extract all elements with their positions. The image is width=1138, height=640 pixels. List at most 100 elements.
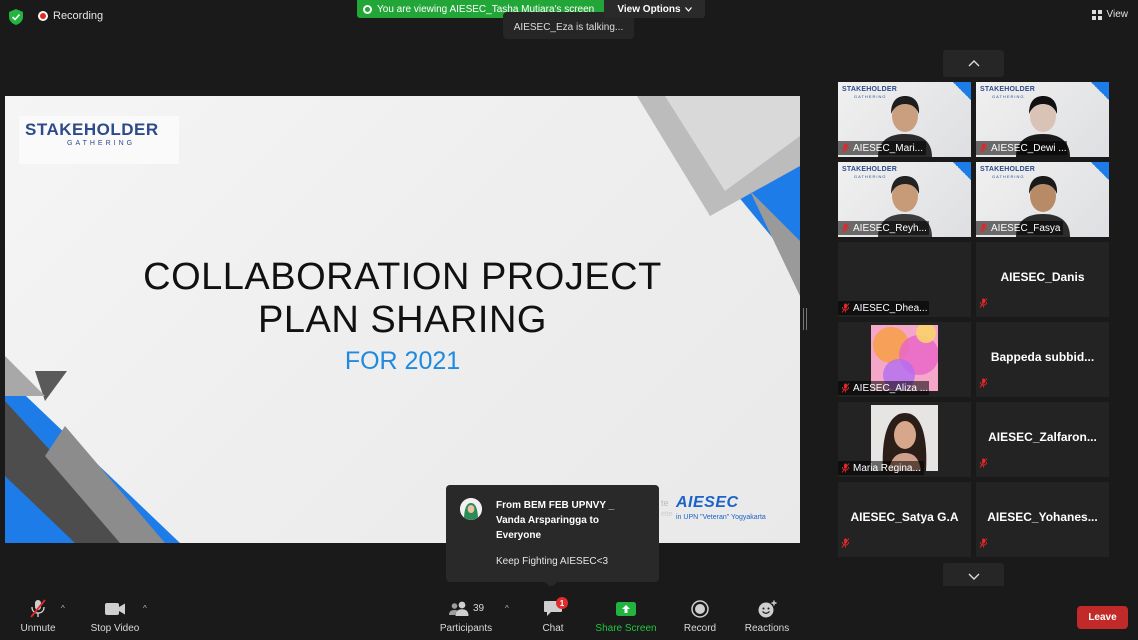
chevron-up-icon [968, 60, 979, 67]
reactions-button[interactable]: Reactions [744, 586, 790, 640]
mic-muted-icon [979, 455, 988, 473]
audio-options-caret-icon[interactable]: ^ [61, 604, 65, 613]
participant-name: AIESEC_Fasya [991, 222, 1061, 234]
slide-subtitle: FOR 2021 [344, 347, 461, 375]
mic-muted-icon [979, 295, 988, 313]
participant-tile[interactable]: AIESEC_Danis [976, 242, 1109, 317]
participant-tile[interactable]: AIESEC_Aliza ... [838, 322, 971, 397]
participant-name-tag: AIESEC_Mari... [838, 141, 927, 155]
participant-name-tag: AIESEC_Dewi ... [976, 141, 1067, 155]
share-screen-button[interactable]: Share Screen [595, 586, 657, 640]
meeting-toolbar: Unmute ^ Stop Video ^ 39 Participants ^ [0, 586, 1138, 640]
chat-label: Chat [542, 623, 564, 634]
sender-avatar [460, 498, 482, 520]
participant-name: AIESEC_Dhea... [853, 302, 928, 314]
splitter-handle[interactable] [803, 308, 807, 330]
security-shield-icon[interactable] [9, 9, 23, 25]
shared-screen-slide[interactable]: STAKEHOLDER GATHERING COLLABORATION PROJ… [5, 96, 800, 543]
avatar-hijab-icon [460, 498, 482, 520]
slide-faint-text: te [661, 498, 669, 508]
view-button[interactable]: View [1091, 9, 1129, 20]
mic-muted-icon [841, 223, 850, 233]
mic-muted-icon [30, 599, 46, 618]
participant-name-tag: AIESEC_Fasya [976, 221, 1064, 235]
participant-tile[interactable]: AIESEC_Yohanes... [976, 482, 1109, 557]
participants-icon [448, 601, 469, 616]
participant-tile[interactable]: Maria Regina... [838, 402, 971, 477]
participants-caret-icon[interactable]: ^ [505, 604, 509, 613]
participants-label: Participants [439, 623, 493, 634]
view-options-button[interactable]: View Options [604, 0, 705, 18]
leave-button[interactable]: Leave [1077, 606, 1128, 629]
participant-tile[interactable]: STAKEHOLDER GATHERING AIESEC_Reyh... [838, 162, 971, 237]
unmute-button[interactable]: Unmute [18, 586, 58, 640]
chat-message: Keep Fighting AIESEC<3 [496, 556, 609, 567]
participant-name-large: AIESEC_Satya G.A [850, 510, 959, 524]
participant-name-large: Bappeda subbid... [990, 350, 1095, 364]
participant-name-large: AIESEC_Danis [1000, 270, 1085, 284]
participants-button[interactable]: 39 Participants [438, 586, 494, 640]
mic-muted-icon [979, 375, 988, 393]
record-dot-icon [38, 11, 48, 21]
participant-tile[interactable]: AIESEC_Zalfaron... [976, 402, 1109, 477]
record-button[interactable]: Record [682, 586, 718, 640]
chat-button[interactable]: Chat [538, 586, 568, 640]
participant-name-tag: AIESEC_Aliza ... [838, 381, 929, 395]
aiesec-logo-sub: in UPN "Veteran" Yogyakarta [676, 514, 766, 521]
chat-unread-badge: 1 [556, 597, 568, 609]
view-label: View [1106, 9, 1129, 20]
video-bg-decoration [953, 82, 971, 100]
participant-tile[interactable]: Bappeda subbid... [976, 322, 1109, 397]
mic-muted-icon [979, 535, 988, 553]
mic-muted-icon [979, 143, 988, 153]
slide-title-line1: COLLABORATION PROJECT [143, 256, 662, 298]
participant-tile[interactable]: AIESEC_Satya G.A [838, 482, 971, 557]
slide-title-line2: PLAN SHARING [258, 299, 547, 341]
aiesec-logo: AIESEC [676, 494, 739, 511]
talking-label: AIESEC_Eza is talking... [513, 22, 624, 33]
participant-name-tag: AIESEC_Dhea... [838, 301, 929, 315]
participant-name-tag: Maria Regina... [838, 461, 924, 475]
mic-muted-icon [841, 383, 850, 393]
video-bg-decoration [953, 162, 971, 180]
video-bg-decoration [1091, 82, 1109, 100]
participant-tile[interactable]: STAKEHOLDER GATHERING AIESEC_Mari... [838, 82, 971, 157]
mic-muted-icon [841, 463, 850, 473]
chevron-down-icon [684, 6, 692, 12]
stop-video-button[interactable]: Stop Video [89, 586, 141, 640]
view-options-label: View Options [617, 3, 681, 15]
slide-logo-sub: GATHERING [67, 140, 136, 147]
mic-muted-icon [841, 143, 850, 153]
share-screen-icon [616, 601, 636, 616]
record-label: Record [683, 623, 717, 634]
participant-tile[interactable]: STAKEHOLDER GATHERING AIESEC_Fasya [976, 162, 1109, 237]
stop-video-label: Stop Video [90, 623, 140, 634]
participant-name: AIESEC_Dewi ... [991, 142, 1067, 154]
chat-notification[interactable]: From BEM FEB UPNVY _ Vanda Arsparingga t… [446, 485, 659, 588]
mic-muted-icon [979, 223, 988, 233]
grid-view-icon [1091, 9, 1102, 20]
participant-tile[interactable]: STAKEHOLDER GATHERING AIESEC_Dewi ... [976, 82, 1109, 157]
reactions-smiley-icon [758, 600, 777, 617]
chevron-down-icon [968, 573, 979, 580]
participant-name: AIESEC_Mari... [853, 142, 924, 154]
slide-faint-text-2: ette [661, 511, 673, 518]
participant-tile[interactable]: AIESEC_Dhea... [838, 242, 971, 317]
participant-name-large: AIESEC_Yohanes... [987, 510, 1098, 524]
participant-name-large: AIESEC_Zalfaron... [988, 430, 1097, 444]
video-camera-icon [105, 602, 125, 615]
video-bg-decoration [1091, 162, 1109, 180]
unmute-label: Unmute [20, 623, 56, 634]
video-options-caret-icon[interactable]: ^ [143, 604, 147, 613]
participant-name: AIESEC_Aliza ... [853, 382, 929, 394]
gallery-scroll-up-button[interactable] [943, 50, 1004, 77]
reactions-label: Reactions [744, 623, 790, 634]
participant-name-tag: AIESEC_Reyh... [838, 221, 929, 235]
share-screen-label: Share Screen [595, 623, 657, 634]
record-icon [691, 599, 709, 618]
participants-count: 39 [472, 603, 485, 614]
participant-name: AIESEC_Reyh... [853, 222, 927, 234]
recording-indicator[interactable]: Recording [38, 10, 103, 22]
slide-logo: STAKEHOLDER [25, 120, 159, 139]
share-dot-icon [363, 4, 372, 14]
